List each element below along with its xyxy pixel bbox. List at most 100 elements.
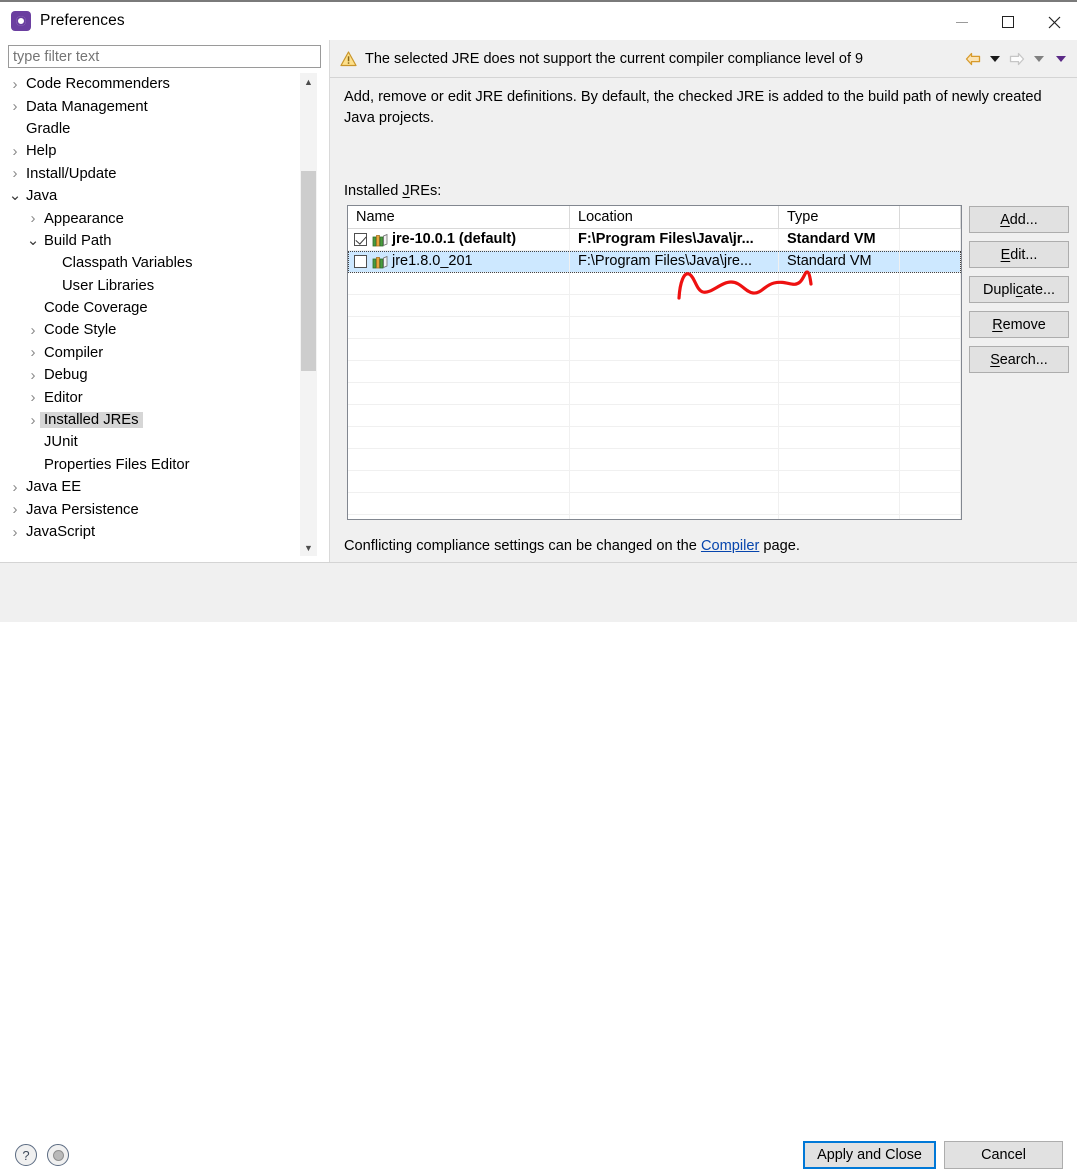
chevron-down-icon[interactable]: ⌄ [26, 233, 40, 248]
table-empty-row[interactable] [348, 317, 961, 339]
sidebar-item-label: Java Persistence [26, 501, 139, 518]
chevron-right-icon[interactable]: › [8, 98, 22, 115]
back-menu-chevron-down-icon[interactable] [985, 40, 1005, 78]
more-menu-chevron-down-icon[interactable] [1051, 40, 1071, 78]
scroll-down-icon[interactable]: ▼ [300, 539, 317, 556]
sidebar-item-code-coverage[interactable]: Code Coverage [8, 297, 321, 319]
sidebar-item-debug[interactable]: › Debug [8, 364, 321, 386]
sidebar-item-help[interactable]: › Help [8, 140, 321, 162]
dialog-footer: ? Apply and Close Cancel [0, 562, 1077, 1169]
duplicate-button[interactable]: Dupli c ate... [969, 276, 1069, 303]
table-empty-row[interactable] [348, 383, 961, 405]
chevron-right-icon[interactable]: › [26, 389, 40, 406]
chevron-right-icon[interactable]: › [8, 524, 22, 541]
sidebar-item-code-style[interactable]: › Code Style [8, 319, 321, 341]
sidebar-item-java-ee[interactable]: › Java EE [8, 476, 321, 498]
sidebar-item-build-path[interactable]: ⌄ Build Path [8, 230, 321, 252]
empty-cell [900, 405, 961, 426]
minimize-button[interactable] [939, 2, 985, 42]
help-question-icon[interactable]: ? [15, 1144, 37, 1166]
table-body[interactable]: jre-10.0.1 (default) F:\Program Files\Jav… [348, 229, 961, 519]
chevron-right-icon[interactable]: › [26, 322, 40, 339]
sidebar-item-junit[interactable]: JUnit [8, 431, 321, 453]
table-empty-row[interactable] [348, 427, 961, 449]
table-empty-row[interactable] [348, 339, 961, 361]
sidebar-item-gradle[interactable]: Gradle [8, 118, 321, 140]
chevron-right-icon[interactable]: › [8, 501, 22, 518]
column-header-name[interactable]: Name [348, 206, 570, 228]
jre-name-label: jre1.8.0_201 [392, 253, 473, 269]
sidebar-item-label: Classpath Variables [62, 255, 193, 272]
sidebar-item-install-update[interactable]: › Install/Update [8, 163, 321, 185]
table-empty-row[interactable] [348, 273, 961, 295]
btn-mnemonic: c [1015, 281, 1023, 298]
table-empty-row[interactable] [348, 493, 961, 515]
jre-extra-cell [900, 251, 961, 272]
sidebar-item-editor[interactable]: › Editor [8, 386, 321, 408]
sidebar-item-java-persistence[interactable]: › Java Persistence [8, 498, 321, 520]
chevron-down-icon[interactable]: ⌄ [8, 188, 22, 203]
table-empty-row[interactable] [348, 449, 961, 471]
maximize-button[interactable] [985, 2, 1031, 42]
sidebar-item-compiler[interactable]: › Compiler [8, 342, 321, 364]
sidebar-item-properties-files-editor[interactable]: Properties Files Editor [8, 454, 321, 476]
chevron-right-icon[interactable]: › [8, 479, 22, 496]
sidebar-item-java[interactable]: ⌄ Java [8, 185, 321, 207]
forward-menu-chevron-down-icon[interactable] [1029, 40, 1049, 78]
chevron-right-icon[interactable]: › [8, 165, 22, 182]
btn-mnemonic: E [1000, 246, 1011, 263]
remove-button[interactable]: Remove [969, 311, 1069, 338]
tree-scrollbar[interactable]: ▲ ▼ [300, 73, 317, 556]
chevron-right-icon[interactable]: › [26, 412, 40, 429]
cancel-button[interactable]: Cancel [944, 1141, 1063, 1169]
jre-default-checkbox[interactable] [354, 255, 367, 268]
jre-default-checkbox[interactable] [354, 233, 367, 246]
sidebar-item-javascript[interactable]: › JavaScript [8, 521, 321, 543]
scrollbar-thumb[interactable] [301, 171, 316, 371]
edit-button[interactable]: Edit... [969, 241, 1069, 268]
search-button[interactable]: Search... [969, 346, 1069, 373]
column-header-type[interactable]: Type [779, 206, 900, 228]
back-arrow-icon[interactable] [963, 40, 983, 78]
installed-jres-table[interactable]: Name Location Type jre-10.0.1 (default) F… [347, 205, 962, 520]
sidebar-item-data-management[interactable]: › Data Management [8, 95, 321, 117]
restore-defaults-icon[interactable] [47, 1144, 69, 1166]
sidebar-item-label: Code Coverage [44, 300, 148, 317]
preferences-tree[interactable]: › Code Recommenders › Data Management Gradle… [8, 73, 321, 556]
sidebar-item-label: Installed JREs [40, 412, 143, 429]
close-button[interactable] [1031, 2, 1077, 42]
jre-action-buttons: Add... Edit... Dupli c ate... Remove Search... [969, 206, 1069, 381]
filter-input[interactable] [8, 45, 321, 68]
sidebar-item-user-libraries[interactable]: User Libraries [8, 275, 321, 297]
chevron-right-icon[interactable]: › [26, 210, 40, 227]
sidebar-item-appearance[interactable]: › Appearance [8, 207, 321, 229]
sidebar-item-installed-jres[interactable]: › Installed JREs [8, 409, 321, 431]
column-header-location[interactable]: Location [570, 206, 779, 228]
chevron-right-icon[interactable]: › [26, 344, 40, 361]
sidebar-item-code-recommenders[interactable]: › Code Recommenders [8, 73, 321, 95]
empty-cell [348, 471, 570, 492]
table-empty-row[interactable] [348, 515, 961, 519]
compiler-link[interactable]: Compiler [701, 538, 759, 554]
chevron-right-icon[interactable]: › [8, 143, 22, 160]
table-row[interactable]: jre1.8.0_201 F:\Program Files\Java\jre...… [348, 251, 961, 273]
add-button[interactable]: Add... [969, 206, 1069, 233]
column-header-extra[interactable] [900, 206, 961, 228]
empty-cell [779, 317, 900, 338]
jre-extra-cell [900, 229, 961, 250]
warning-banner: The selected JRE does not support the cu… [330, 40, 1077, 78]
table-row[interactable]: jre-10.0.1 (default) F:\Program Files\Jav… [348, 229, 961, 251]
btn-post: emove [1002, 316, 1046, 333]
sidebar-item-classpath-variables[interactable]: Classpath Variables [8, 252, 321, 274]
empty-cell [900, 273, 961, 294]
chevron-right-icon[interactable]: › [8, 76, 22, 93]
table-empty-row[interactable] [348, 471, 961, 493]
scroll-up-icon[interactable]: ▲ [300, 73, 317, 90]
empty-cell [348, 405, 570, 426]
table-empty-row[interactable] [348, 405, 961, 427]
empty-cell [900, 493, 961, 514]
chevron-right-icon[interactable]: › [26, 367, 40, 384]
table-empty-row[interactable] [348, 361, 961, 383]
apply-and-close-button[interactable]: Apply and Close [803, 1141, 936, 1169]
table-empty-row[interactable] [348, 295, 961, 317]
